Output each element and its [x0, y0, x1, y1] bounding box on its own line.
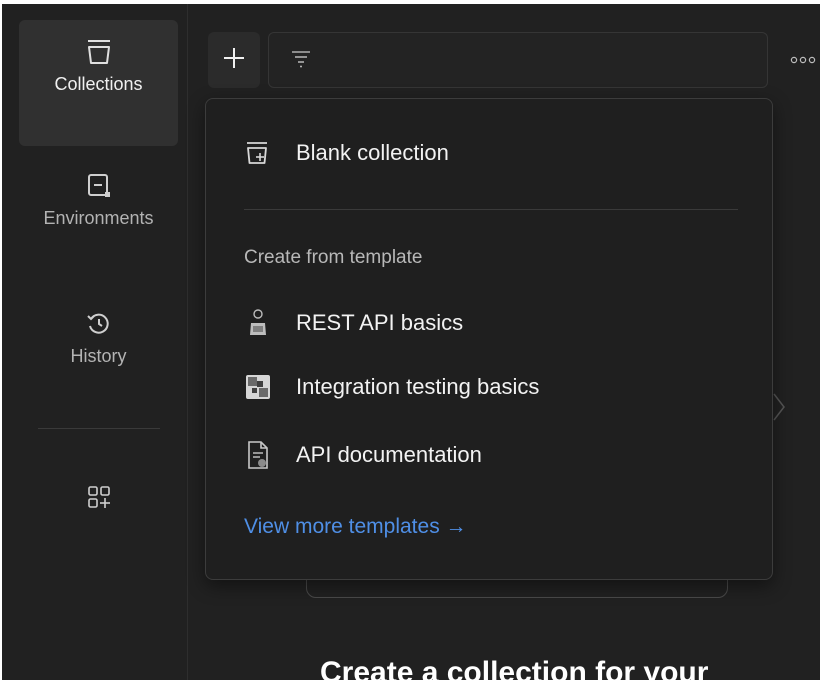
chevron-right-icon — [772, 392, 786, 427]
api-documentation-template-icon — [244, 441, 272, 469]
add-workspace-view-icon — [87, 485, 111, 514]
more-options-icon — [790, 51, 816, 69]
sidebar-item-history[interactable]: History — [19, 310, 178, 400]
template-item-label: API documentation — [296, 442, 482, 467]
history-icon — [85, 310, 113, 338]
plus-icon — [222, 46, 246, 75]
more-options-button[interactable] — [786, 42, 820, 78]
menu-divider — [244, 209, 738, 210]
filter-icon — [291, 48, 311, 73]
sidebar: Collections Environments History — [2, 4, 188, 680]
collections-icon — [85, 38, 113, 66]
new-collection-menu: Blank collection Create from template RE… — [205, 98, 773, 580]
view-more-templates-link[interactable]: View more templates → — [244, 515, 467, 539]
sidebar-item-label: Collections — [54, 74, 143, 94]
sidebar-item-collections[interactable]: Collections — [19, 20, 178, 146]
template-item-api-documentation[interactable]: API documentation — [244, 441, 482, 469]
app-window: Collections Environments History Create … — [2, 4, 820, 680]
blank-collection-item[interactable]: Blank collection — [244, 139, 449, 167]
blank-collection-label: Blank collection — [296, 140, 449, 165]
rest-api-template-icon — [244, 309, 272, 337]
template-item-rest-api-basics[interactable]: REST API basics — [244, 309, 463, 337]
new-button[interactable] — [208, 32, 260, 88]
sidebar-item-label: History — [70, 346, 127, 366]
template-item-label: Integration testing basics — [296, 374, 540, 399]
template-item-label: REST API basics — [296, 310, 464, 335]
filter-input[interactable] — [268, 32, 768, 88]
add-workspace-view-button[interactable] — [84, 484, 114, 514]
sidebar-divider — [38, 428, 160, 429]
sidebar-item-label: Environments — [43, 208, 154, 228]
template-item-integration-testing-basics[interactable]: Integration testing basics — [244, 373, 539, 401]
sidebar-item-environments[interactable]: Environments — [19, 172, 178, 262]
template-section-heading: Create from template — [244, 247, 423, 268]
environments-icon — [85, 172, 113, 200]
integration-testing-template-icon — [244, 373, 272, 401]
empty-state-heading: Create a collection for your — [320, 656, 709, 680]
blank-collection-icon — [244, 139, 272, 167]
